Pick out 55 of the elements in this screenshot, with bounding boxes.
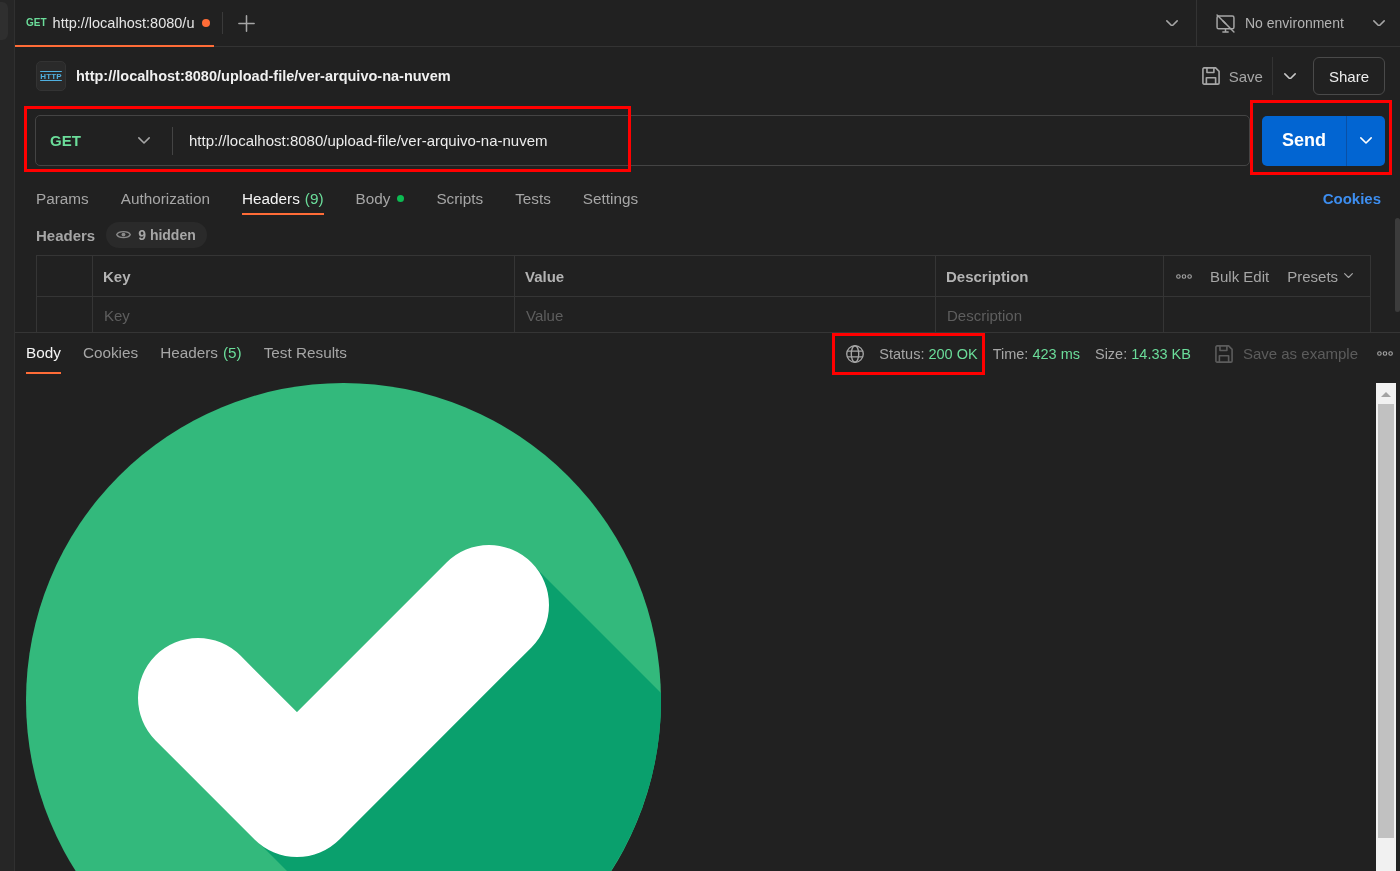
- bulk-edit-button[interactable]: Bulk Edit: [1210, 267, 1270, 285]
- request-tab[interactable]: Tests: [515, 182, 551, 215]
- more-icon: [1377, 351, 1393, 356]
- share-button[interactable]: Share: [1312, 57, 1385, 95]
- status-text: Status: 200 OK: [879, 345, 978, 362]
- url-bar[interactable]: GET http://localhost:8080/upload-file/ver-arquivo-na-nuvem: [35, 115, 1250, 166]
- request-tab[interactable]: Params: [36, 182, 89, 215]
- save-icon: [1201, 67, 1220, 85]
- url-input[interactable]: http://localhost:8080/upload-file/ver-arquivo-na-nuvem: [173, 116, 1249, 165]
- column-header: Description: [936, 256, 1164, 297]
- response-tab[interactable]: Body: [26, 333, 61, 374]
- environment-selector[interactable]: No environment: [1216, 0, 1385, 46]
- cookies-link[interactable]: Cookies: [1322, 182, 1381, 215]
- send-options-button[interactable]: [1347, 115, 1385, 166]
- chevron-down-icon: [1344, 273, 1354, 279]
- time-text: Time: 423 ms: [992, 345, 1080, 362]
- crossed-monitor-icon: [1216, 13, 1235, 33]
- request-tab[interactable]: Scripts: [436, 182, 484, 215]
- chevron-down-icon: [138, 137, 150, 144]
- presets-dropdown[interactable]: Presets: [1287, 267, 1354, 285]
- response-tab[interactable]: Cookies: [82, 333, 139, 374]
- eye-icon: [116, 231, 132, 239]
- scrollbar-thumb[interactable]: [1395, 218, 1400, 312]
- chevron-down-icon: [1283, 72, 1296, 80]
- section-title: Headers: [36, 226, 96, 244]
- table-input[interactable]: Description: [936, 297, 1163, 332]
- more-options-button[interactable]: [1377, 351, 1393, 356]
- size-text: Size: 14.33 KB: [1094, 345, 1191, 362]
- request-tab[interactable]: Body: [355, 182, 405, 215]
- chevron-down-icon: [1373, 19, 1385, 27]
- more-icon: [1176, 273, 1192, 279]
- plus-icon: [238, 14, 256, 32]
- hidden-headers-toggle[interactable]: 9 hidden: [106, 222, 207, 248]
- globe-icon[interactable]: [846, 344, 865, 363]
- response-tab[interactable]: Headers (5): [160, 333, 242, 374]
- request-tab[interactable]: GET http://localhost:8080/u: [15, 0, 215, 47]
- protocol-badge: HTTP: [36, 61, 66, 91]
- save-options-button[interactable]: [1283, 72, 1296, 80]
- request-tab[interactable]: Settings: [582, 182, 639, 215]
- request-title: http://localhost:8080/upload-file/ver-arquivo-na-nuvem: [76, 68, 451, 84]
- column-header: Value: [515, 256, 936, 297]
- column-header: Key: [93, 256, 515, 297]
- request-tab[interactable]: Headers (9): [242, 182, 324, 215]
- save-button[interactable]: Save: [1201, 67, 1263, 85]
- more-options-button[interactable]: [1176, 273, 1192, 279]
- chevron-down-icon: [1166, 19, 1178, 27]
- chevron-down-icon: [1360, 137, 1372, 144]
- save-icon: [1214, 344, 1233, 363]
- table-input[interactable]: Key: [93, 297, 514, 332]
- method-dropdown[interactable]: GET: [36, 116, 172, 165]
- request-tab[interactable]: Authorization: [120, 182, 210, 215]
- send-button[interactable]: Send: [1262, 115, 1346, 166]
- response-tab[interactable]: Test Results: [263, 333, 347, 374]
- scrollbar-thumb[interactable]: [1378, 404, 1394, 838]
- table-input[interactable]: Value: [515, 297, 935, 332]
